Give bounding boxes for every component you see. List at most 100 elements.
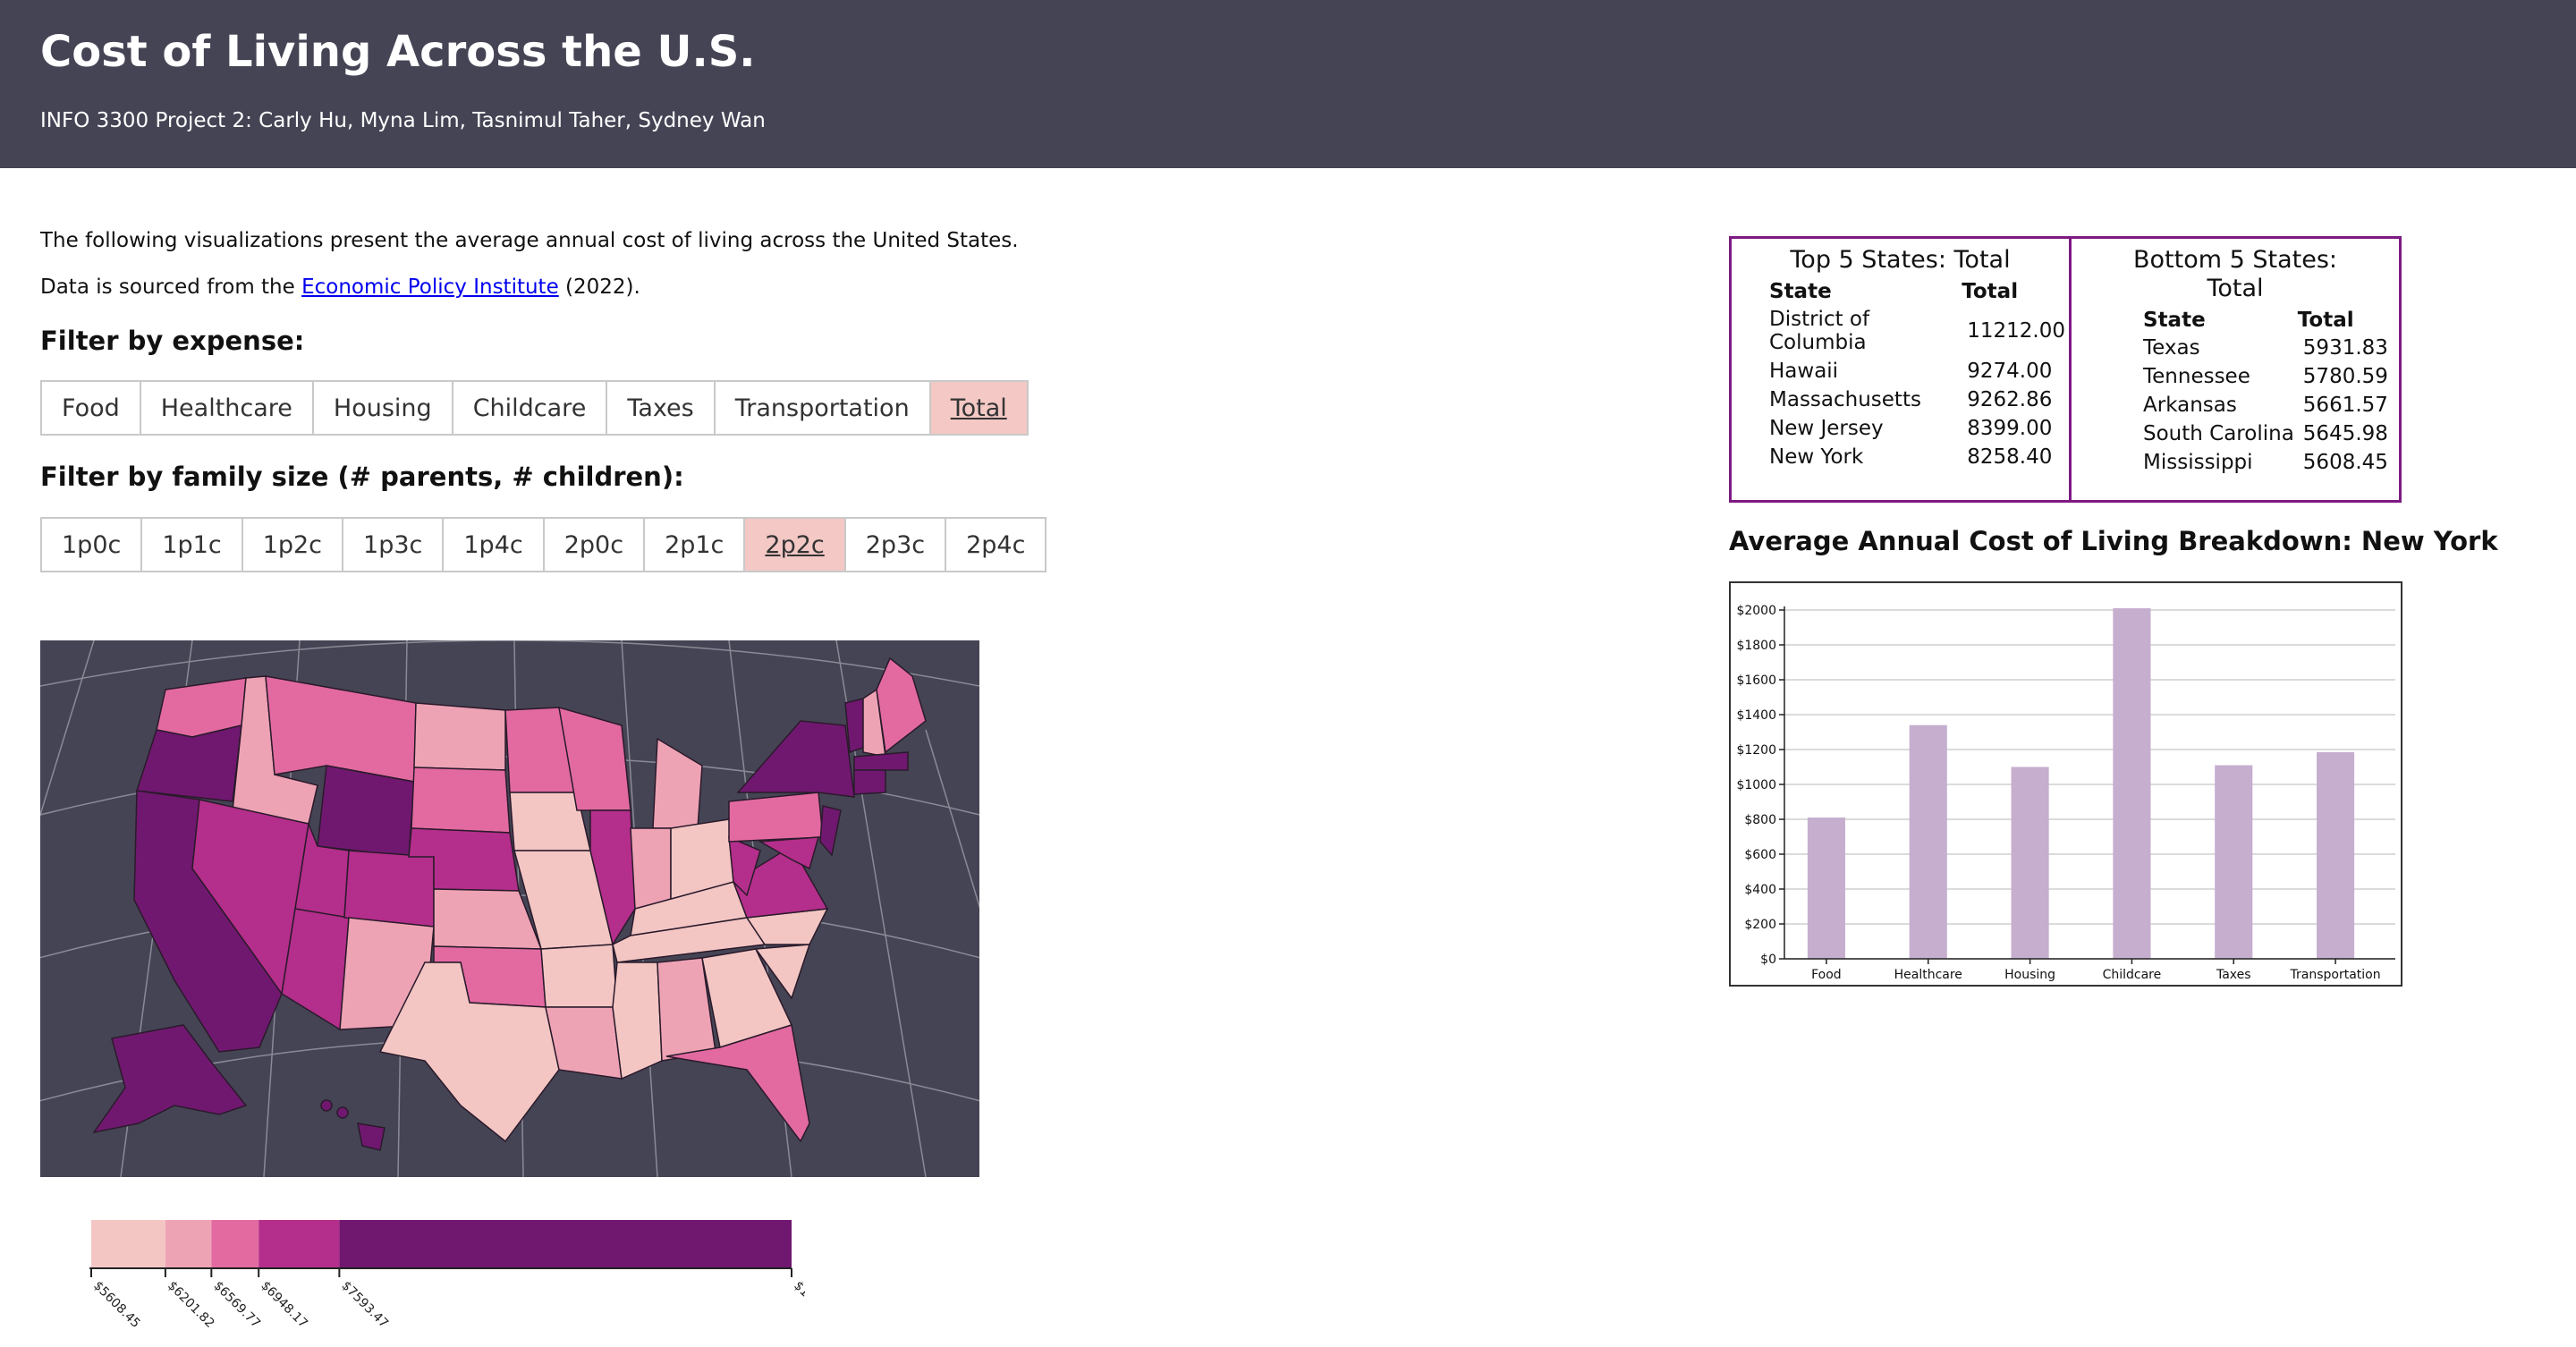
bottom5-state: Mississippi bbox=[2143, 451, 2253, 474]
state-hawaii-islands-2 bbox=[336, 1106, 349, 1119]
epi-link[interactable]: Economic Policy Institute bbox=[301, 275, 559, 299]
state-new-jersey[interactable] bbox=[819, 805, 842, 857]
family-button-2p0c[interactable]: 2p0c bbox=[542, 517, 646, 572]
state-arkansas[interactable] bbox=[540, 944, 618, 1008]
family-button-2p4c[interactable]: 2p4c bbox=[945, 517, 1047, 572]
state-new-york[interactable] bbox=[736, 720, 855, 798]
y-tick-label: $1200 bbox=[1736, 743, 1776, 758]
expense-button-childcare[interactable]: Childcare bbox=[451, 380, 608, 436]
bottom5-state: Texas bbox=[2143, 336, 2200, 360]
top5-col-total: Total bbox=[1962, 280, 2019, 303]
bottom5-total: 5661.57 bbox=[2302, 394, 2388, 417]
state-maine[interactable] bbox=[876, 657, 927, 754]
bottom5-state: South Carolina bbox=[2143, 422, 2294, 445]
bottom5-col-total: Total bbox=[2297, 309, 2354, 332]
state-kansas[interactable] bbox=[433, 888, 543, 950]
state-arizona[interactable] bbox=[281, 908, 350, 1031]
intro-line-1: The following visualizations present the… bbox=[40, 229, 1019, 252]
state-connecticut[interactable] bbox=[853, 769, 886, 795]
state-hawaii[interactable] bbox=[357, 1122, 386, 1151]
breakdown-bar-chart: $0 $200 $400 $600 $800 $1000 $1200 $1400 $1600 $1… bbox=[1729, 581, 2402, 987]
expense-button-transportation[interactable]: Transportation bbox=[713, 380, 931, 436]
bar-food[interactable] bbox=[1807, 818, 1845, 959]
bar-transportation[interactable] bbox=[2317, 751, 2355, 959]
bottom5-total: 5780.59 bbox=[2302, 365, 2388, 388]
us-map-svg bbox=[40, 640, 979, 1177]
x-tick-label: Childcare bbox=[2103, 968, 2162, 982]
bottom5-row: Mississippi 5608.45 bbox=[2140, 448, 2392, 477]
legend-tick-label: $6569.77 bbox=[210, 1279, 263, 1332]
state-wyoming[interactable] bbox=[317, 765, 415, 858]
state-montana[interactable] bbox=[265, 675, 417, 783]
y-tick-label: $400 bbox=[1744, 883, 1776, 897]
expense-button-healthcare[interactable]: Healthcare bbox=[139, 380, 314, 436]
top5-total: 9262.86 bbox=[1967, 388, 2053, 411]
state-hawaii-islands bbox=[320, 1099, 333, 1112]
family-button-1p3c[interactable]: 1p3c bbox=[342, 517, 445, 572]
state-oregon[interactable] bbox=[136, 724, 242, 802]
expense-button-taxes[interactable]: Taxes bbox=[606, 380, 716, 436]
top5-title: Top 5 States: Total bbox=[1790, 246, 2011, 274]
bottom5-total: 5645.98 bbox=[2302, 422, 2388, 445]
family-button-1p4c[interactable]: 1p4c bbox=[442, 517, 545, 572]
family-button-1p1c[interactable]: 1p1c bbox=[140, 517, 243, 572]
bottom5-total: 5931.83 bbox=[2302, 336, 2388, 360]
y-tick-label: $800 bbox=[1744, 813, 1776, 827]
state-michigan[interactable] bbox=[652, 737, 703, 829]
top5-row: Hawaii 9274.00 bbox=[1766, 357, 2069, 385]
family-button-2p3c[interactable]: 2p3c bbox=[843, 517, 947, 572]
bar-healthcare[interactable] bbox=[1909, 724, 1947, 959]
bottom5-state: Arkansas bbox=[2143, 394, 2237, 417]
state-south-dakota[interactable] bbox=[411, 767, 511, 834]
top5-total: 11212.00 bbox=[1967, 319, 2065, 343]
state-north-dakota[interactable] bbox=[413, 702, 506, 771]
page-subtitle: INFO 3300 Project 2: Carly Hu, Myna Lim,… bbox=[40, 109, 766, 132]
page-title: Cost of Living Across the U.S. bbox=[40, 27, 756, 77]
state-colorado[interactable] bbox=[343, 850, 435, 928]
bar-childcare[interactable] bbox=[2113, 608, 2151, 959]
family-button-2p2c[interactable]: 2p2c bbox=[743, 517, 846, 572]
color-legend: $5608.45 $6201.82 $6569.77 $6948.17 $7593.47… bbox=[89, 1216, 805, 1347]
y-tick-label: $2000 bbox=[1736, 604, 1776, 618]
intro-suffix: (2022). bbox=[558, 275, 640, 299]
legend-tick-label: $11212.00 bbox=[791, 1279, 805, 1337]
top5-total: 8399.00 bbox=[1967, 417, 2053, 440]
state-massachusetts[interactable] bbox=[853, 751, 909, 771]
legend-swatch bbox=[91, 1220, 165, 1268]
top5-state: Hawaii bbox=[1769, 360, 1839, 383]
top5-table: State Total District of Columbia 11212.00… bbox=[1766, 278, 2069, 471]
bar-taxes[interactable] bbox=[2215, 765, 2253, 959]
y-tick-label: $1000 bbox=[1736, 778, 1776, 792]
bottom5-row: Tennessee 5780.59 bbox=[2140, 362, 2392, 391]
x-tick-label: Taxes bbox=[2216, 968, 2251, 982]
x-tick-label: Food bbox=[1811, 968, 1842, 982]
bar-housing[interactable] bbox=[2011, 767, 2049, 960]
family-button-1p2c[interactable]: 1p2c bbox=[241, 517, 344, 572]
expense-button-total[interactable]: Total bbox=[928, 380, 1029, 436]
y-tick-label: $1800 bbox=[1736, 639, 1776, 653]
state-mississippi[interactable] bbox=[612, 962, 663, 1080]
rankings-box: Top 5 States: Total State Total District… bbox=[1729, 236, 2402, 503]
state-pennsylvania[interactable] bbox=[728, 792, 824, 843]
x-tick-label: Transportation bbox=[2290, 968, 2381, 982]
y-tick-label: $600 bbox=[1744, 848, 1776, 862]
top5-state: New Jersey bbox=[1769, 417, 1884, 440]
bottom5-title: Bottom 5 States: Total bbox=[2132, 246, 2337, 302]
expense-button-food[interactable]: Food bbox=[40, 380, 141, 436]
state-indiana[interactable] bbox=[630, 827, 672, 910]
legend-tick-label: $6948.17 bbox=[258, 1279, 310, 1332]
choropleth-map[interactable] bbox=[40, 640, 979, 1177]
y-tick-label: $1600 bbox=[1736, 674, 1776, 688]
legend-swatch bbox=[339, 1220, 792, 1268]
legend-svg: $5608.45 $6201.82$6569.77$6948.17 $7593.47… bbox=[89, 1220, 805, 1337]
expense-button-housing[interactable]: Housing bbox=[311, 380, 453, 436]
family-button-2p1c[interactable]: 2p1c bbox=[643, 517, 746, 572]
intro-prefix: Data is sourced from the bbox=[40, 275, 302, 299]
family-button-1p0c[interactable]: 1p0c bbox=[40, 517, 143, 572]
bottom5-row: South Carolina 5645.98 bbox=[2140, 419, 2392, 448]
bottom5-table: State Total Texas 5931.83 Tennessee 5780.59… bbox=[2140, 307, 2392, 477]
top5-col-state: State bbox=[1769, 280, 1832, 303]
top5-state: Massachusetts bbox=[1769, 388, 1921, 411]
breakdown-title: Average Annual Cost of Living Breakdown:… bbox=[1729, 526, 2498, 556]
legend-swatch bbox=[258, 1220, 340, 1268]
